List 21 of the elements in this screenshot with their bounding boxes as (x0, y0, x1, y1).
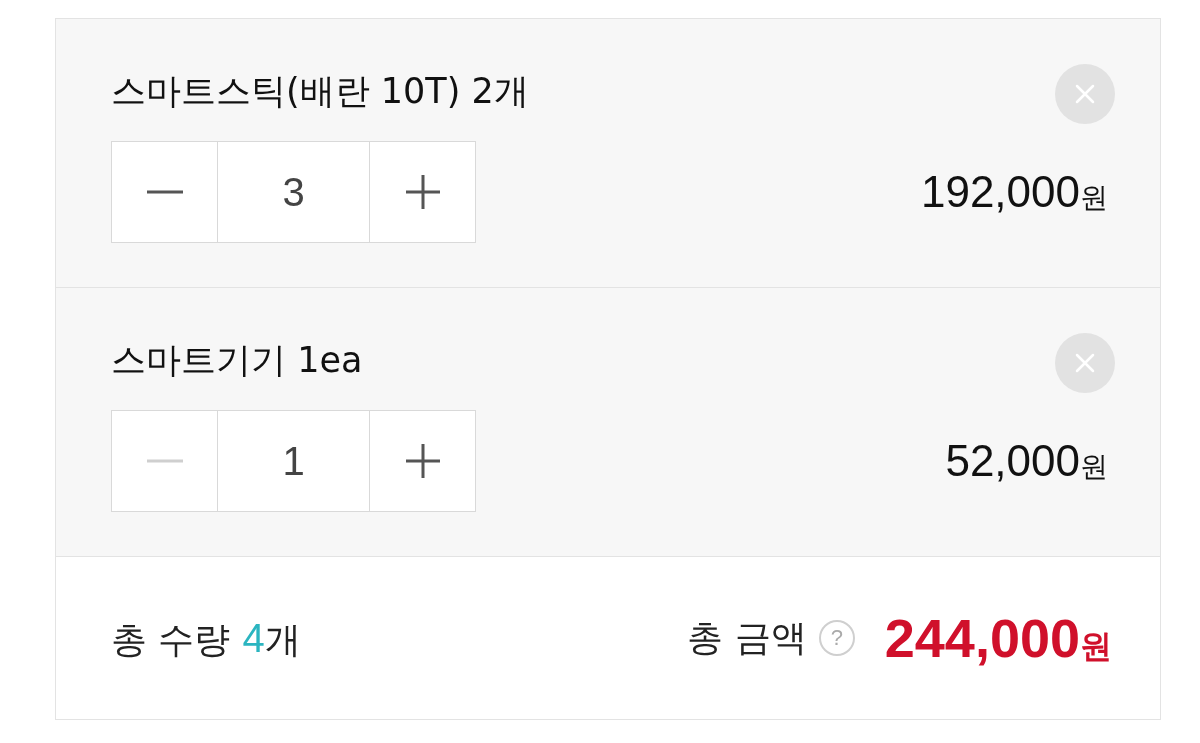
total-quantity-count: 4 (242, 615, 265, 662)
total-amount: 244,000 (884, 606, 1080, 670)
currency-unit: 원 (1080, 449, 1108, 485)
close-icon (1075, 353, 1095, 373)
currency-unit: 원 (1080, 625, 1112, 667)
increase-button[interactable] (369, 141, 476, 243)
quantity-field[interactable]: 1 (218, 410, 369, 512)
quantity-unit: 개 (264, 618, 301, 662)
product-name: 스마트기기 1ea (111, 340, 363, 380)
product-name: 스마트스틱(배란 10T) 2개 (111, 71, 529, 111)
plus-icon (405, 175, 440, 209)
item-price: 192,000 (920, 166, 1080, 218)
close-icon (1075, 84, 1095, 104)
plus-icon (405, 444, 440, 478)
item-price: 52,000 (945, 435, 1080, 487)
total-quantity-label: 총 수량 (111, 618, 231, 662)
total-amount-label: 총 금액 (687, 616, 807, 660)
quantity-field[interactable]: 3 (218, 141, 369, 243)
decrease-button[interactable] (111, 141, 218, 243)
currency-unit: 원 (1080, 180, 1108, 216)
increase-button[interactable] (369, 410, 476, 512)
